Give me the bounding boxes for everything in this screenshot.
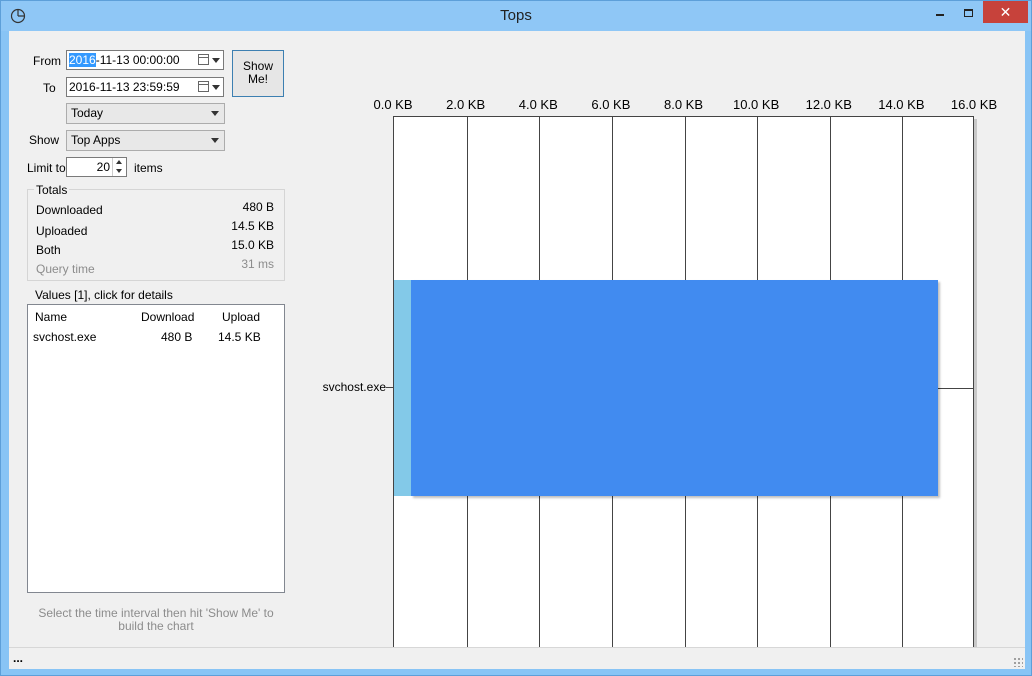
query-time-label: Query time <box>36 262 95 276</box>
both-value: 15.0 KB <box>231 238 274 252</box>
client-area: From 2016-11-13 00:00:00 To 2016-11-13 2… <box>9 31 1025 669</box>
close-button[interactable]: ✕ <box>983 1 1028 23</box>
limit-value: 20 <box>96 160 110 174</box>
range-select[interactable]: Today <box>66 103 225 124</box>
limit-stepper[interactable]: 20 <box>66 157 127 177</box>
both-label: Both <box>36 243 61 257</box>
from-rest-text: -11-13 00:00:00 <box>95 53 180 67</box>
show-label: Show <box>29 133 60 147</box>
column-header-name[interactable]: Name <box>35 310 67 324</box>
x-tick-label: 6.0 KB <box>591 97 631 112</box>
x-tick-label: 12.0 KB <box>805 97 852 112</box>
x-tick-label: 2.0 KB <box>446 97 486 112</box>
downloaded-label: Downloaded <box>36 203 103 217</box>
hint-text: Select the time interval then hit 'Show … <box>38 606 274 633</box>
row-upload[interactable]: 14.5 KB <box>218 330 261 344</box>
chevron-down-icon[interactable] <box>116 169 122 173</box>
app-window: Tops ✕ From 2016-11-13 00:00:00 To 2016-… <box>0 0 1032 676</box>
limit-suffix: items <box>134 161 163 175</box>
row-download[interactable]: 480 B <box>161 330 192 344</box>
y-category-label: svchost.exe <box>322 380 386 394</box>
chevron-down-icon <box>211 111 219 116</box>
minimize-button[interactable] <box>926 1 954 23</box>
status-bar: ... <box>9 647 1025 669</box>
show-value: Top Apps <box>71 133 121 147</box>
to-datetime-picker[interactable]: 2016-11-13 23:59:59 <box>66 77 224 97</box>
close-icon: ✕ <box>999 4 1012 20</box>
plot-shadow <box>974 119 977 660</box>
totals-group: Totals Downloaded 480 B Uploaded 14.5 KB… <box>27 183 285 281</box>
column-header-upload[interactable]: Upload <box>222 310 260 324</box>
y-tick-mark <box>386 387 393 388</box>
window-title: Tops <box>500 7 532 24</box>
bar-upload[interactable] <box>411 279 938 497</box>
chevron-down-icon[interactable] <box>212 58 220 63</box>
show-select[interactable]: Top Apps <box>66 130 225 151</box>
show-me-button[interactable]: Show Me! <box>232 50 284 97</box>
row-name[interactable]: svchost.exe <box>33 330 96 344</box>
totals-title: Totals <box>34 183 70 197</box>
maximize-button[interactable] <box>954 1 982 23</box>
minimize-icon <box>936 13 944 16</box>
query-time-value: 31 ms <box>241 257 274 271</box>
from-selected-text: 2016 <box>69 53 96 67</box>
chevron-up-icon[interactable] <box>116 160 122 164</box>
calendar-icon[interactable] <box>198 81 209 92</box>
chevron-down-icon[interactable] <box>212 85 220 90</box>
maximize-icon <box>963 8 973 17</box>
status-text: ... <box>13 651 24 665</box>
uploaded-label: Uploaded <box>36 224 88 238</box>
downloaded-value: 480 B <box>242 200 274 214</box>
column-header-download[interactable]: Download <box>141 310 194 324</box>
bar-chart: 0.0 KB 2.0 KB 4.0 KB 6.0 KB 8.0 KB 10.0 KB 12.… <box>309 61 1009 661</box>
x-tick-label: 4.0 KB <box>518 97 558 112</box>
x-tick-label: 10.0 KB <box>732 97 780 112</box>
x-tick-label: 8.0 KB <box>663 97 704 112</box>
x-tick-label: 0.0 KB <box>373 97 413 112</box>
calendar-icon[interactable] <box>198 54 209 65</box>
uploaded-value: 14.5 KB <box>231 219 274 233</box>
chevron-down-icon <box>211 138 219 143</box>
values-title: Values [1], click for details <box>35 288 173 302</box>
to-value-text: 2016-11-13 23:59:59 <box>69 80 180 94</box>
x-tick-label: 16.0 KB <box>950 97 998 112</box>
stepper-buttons[interactable] <box>112 158 126 176</box>
to-label: To <box>43 81 56 95</box>
x-tick-label: 14.0 KB <box>878 97 925 112</box>
resize-grip-icon[interactable] <box>1013 657 1023 667</box>
from-datetime-picker[interactable]: 2016-11-13 00:00:00 <box>66 50 224 70</box>
limit-label: Limit to <box>27 161 66 175</box>
plot-area <box>393 116 975 658</box>
bar-download[interactable] <box>394 279 412 497</box>
title-bar[interactable]: Tops ✕ <box>1 1 1031 31</box>
from-label: From <box>33 54 61 68</box>
values-list[interactable]: Name Download Upload svchost.exe 480 B 1… <box>27 304 285 593</box>
range-value: Today <box>71 106 104 120</box>
